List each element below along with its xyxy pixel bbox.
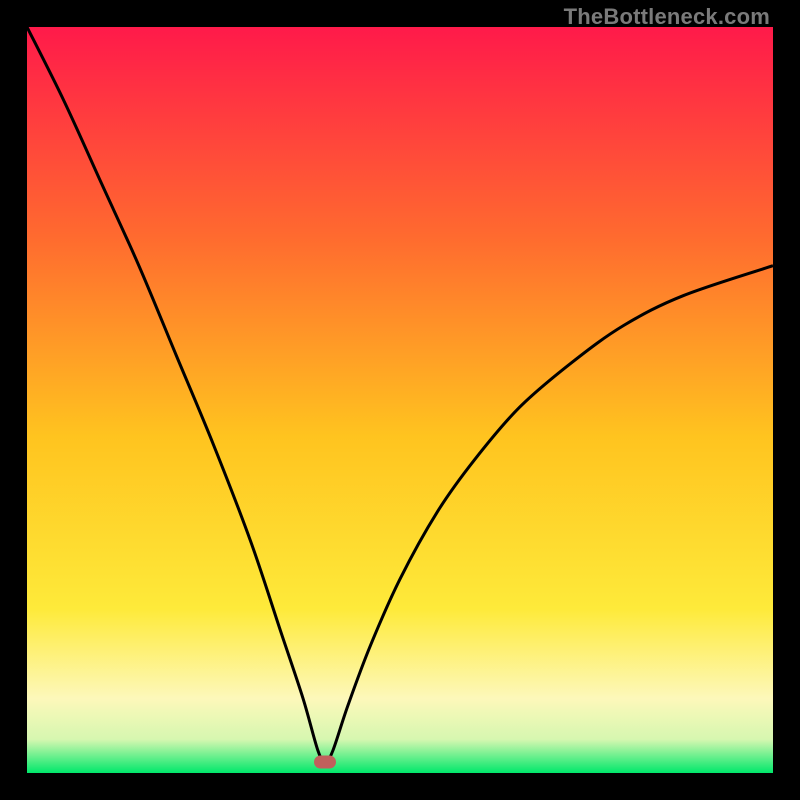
chart-frame: TheBottleneck.com	[0, 0, 800, 800]
optimal-marker	[314, 755, 336, 768]
bottleneck-curve	[27, 27, 773, 773]
plot-area	[27, 27, 773, 773]
